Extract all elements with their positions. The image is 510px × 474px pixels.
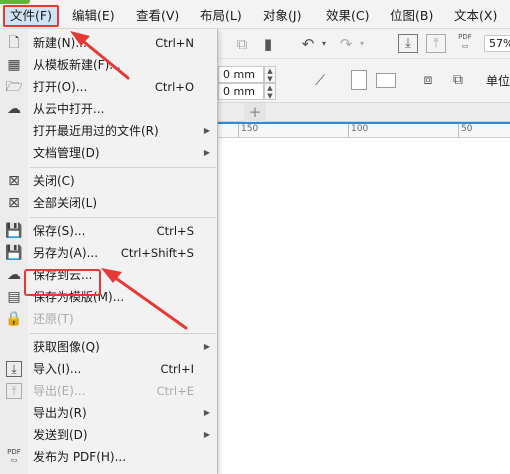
canvas-area[interactable] (218, 138, 510, 474)
menu-item-save-as[interactable]: 💾 另存为(A)... Ctrl+Shift+S (0, 242, 218, 264)
menu-layout[interactable]: 布局(L) (194, 6, 248, 26)
new-document-icon: 🗋 (8, 35, 20, 51)
save-as-highlight-box (24, 269, 101, 296)
import-toolbar-icon[interactable]: ⤓ (398, 34, 418, 53)
undo-dropdown-icon[interactable]: ▾ (314, 35, 334, 53)
landscape-page-icon[interactable] (376, 73, 396, 88)
menu-item-publish-pdf[interactable]: PDF ▭ 发布为 PDF(H)... (0, 446, 218, 468)
menu-item-export[interactable]: ⤒ 导出(E)... Ctrl+E (0, 380, 218, 402)
horizontal-ruler: 150 100 50 (218, 122, 510, 138)
menu-item-revert[interactable]: 🔒 还原(T) (0, 308, 218, 330)
cloud-open-icon: ☁ (7, 101, 21, 117)
menu-object[interactable]: 对象(J) (257, 6, 307, 26)
property-bar: 0 mm ▲ ▼ 0 mm ▲ ▼ ⟋ ⧈ ⧉ 单位 (218, 59, 510, 103)
submenu-arrow-icon: ▶ (203, 430, 210, 439)
redo-dropdown-icon[interactable]: ▾ (352, 35, 372, 53)
menu-item-save[interactable]: 💾 保存(S)... Ctrl+S (0, 220, 218, 242)
menu-separator (30, 217, 216, 218)
menu-item-new-from-template[interactable]: ▦ 从模板新建(F)... (0, 54, 218, 76)
width-spinner[interactable]: ▲ ▼ (264, 66, 276, 83)
ruler-tick (348, 122, 349, 138)
ruler-label: 50 (461, 124, 473, 134)
save-icon: 💾 (5, 223, 23, 239)
app-window: 文件(F) 编辑(E) 查看(V) 布局(L) 对象(J) 效果(C) 位图(B… (0, 0, 510, 474)
menu-separator (30, 167, 216, 168)
menu-item-close-all[interactable]: ⊠ 全部关闭(L) (0, 192, 218, 214)
menu-edit[interactable]: 编辑(E) (66, 6, 121, 26)
pdf-label: PDF (458, 33, 472, 41)
all-pages-icon[interactable]: ⧈ (418, 71, 438, 89)
menu-effects[interactable]: 效果(C) (320, 6, 375, 26)
menu-item-acquire-image[interactable]: 获取图像(Q) ▶ (0, 336, 218, 358)
menu-file[interactable]: 文件(F) (3, 5, 59, 27)
revert-icon: 🔒 (5, 311, 23, 327)
height-spinner[interactable]: ▲ ▼ (264, 83, 276, 100)
paste-icon[interactable]: ▮ (258, 35, 278, 53)
menu-item-open[interactable]: 🗁 打开(O)... Ctrl+O (0, 76, 218, 98)
export-toolbar-icon[interactable]: ⤒ (426, 34, 446, 53)
menu-bitmap[interactable]: 位图(B) (384, 6, 439, 26)
menu-separator (30, 333, 216, 334)
copy-icon[interactable]: ⧉ (232, 35, 252, 53)
menu-item-export-as[interactable]: 导出为(R) ▶ (0, 402, 218, 424)
menu-item-new[interactable]: 🗋 新建(N)... Ctrl+N (0, 32, 218, 54)
ruler-accent-line (218, 122, 510, 124)
submenu-arrow-icon: ▶ (203, 148, 210, 157)
ruler-tick (238, 122, 239, 138)
add-tab-icon[interactable]: + (244, 103, 266, 122)
close-all-icon: ⊠ (8, 195, 20, 211)
width-field[interactable]: 0 mm (218, 66, 264, 83)
close-document-icon: ⊠ (8, 173, 20, 189)
units-label: 单位 (486, 74, 510, 88)
ruler-tick (458, 122, 459, 138)
menu-item-close[interactable]: ⊠ 关闭(C) (0, 170, 218, 192)
submenu-arrow-icon: ▶ (203, 342, 210, 351)
portrait-page-icon[interactable] (351, 70, 367, 90)
new-from-template-icon: ▦ (7, 57, 21, 73)
app-icon-strip (0, 0, 30, 4)
save-as-icon: 💾 (5, 245, 23, 261)
standard-toolbar: ⧉ ▮ ↶ ▾ ↷ ▾ ⤓ ⤒ PDF▭ 57% (218, 29, 510, 59)
menu-item-open-recent[interactable]: 打开最近用过的文件(R) ▶ (0, 120, 218, 142)
publish-pdf-icon[interactable]: PDF ▭ (454, 33, 476, 51)
height-field[interactable]: 0 mm (218, 83, 264, 100)
ruler-label: 100 (351, 124, 369, 134)
menu-text[interactable]: 文本(X) (448, 6, 503, 26)
submenu-arrow-icon: ▶ (203, 126, 210, 135)
zoom-level-field[interactable]: 57% (484, 35, 510, 52)
submenu-arrow-icon: ▶ (203, 408, 210, 417)
node-edit-icon[interactable]: ⟋ (310, 72, 330, 90)
file-menu-dropdown: 🗋 新建(N)... Ctrl+N ▦ 从模板新建(F)... 🗁 打开(O).… (0, 29, 218, 474)
import-icon: ⤓ (6, 361, 22, 377)
pdf-icon: PDF ▭ (7, 448, 21, 464)
save-template-icon: ▤ (7, 289, 21, 305)
folder-open-icon: 🗁 (5, 79, 23, 95)
menu-bar: 文件(F) 编辑(E) 查看(V) 布局(L) 对象(J) 效果(C) 位图(B… (0, 0, 510, 29)
menu-view[interactable]: 查看(V) (130, 6, 185, 26)
ruler-label: 150 (241, 124, 259, 134)
menu-item-send-to[interactable]: 发送到(D) ▶ (0, 424, 218, 446)
export-icon: ⤒ (6, 383, 22, 399)
current-page-icon[interactable]: ⧉ (448, 71, 468, 89)
menu-item-import[interactable]: ⤓ 导入(I)... Ctrl+I (0, 358, 218, 380)
cloud-save-icon: ☁ (7, 267, 21, 283)
menu-item-open-from-cloud[interactable]: ☁ 从云中打开... (0, 98, 218, 120)
menu-item-document-manager[interactable]: 文档管理(D) ▶ (0, 142, 218, 164)
